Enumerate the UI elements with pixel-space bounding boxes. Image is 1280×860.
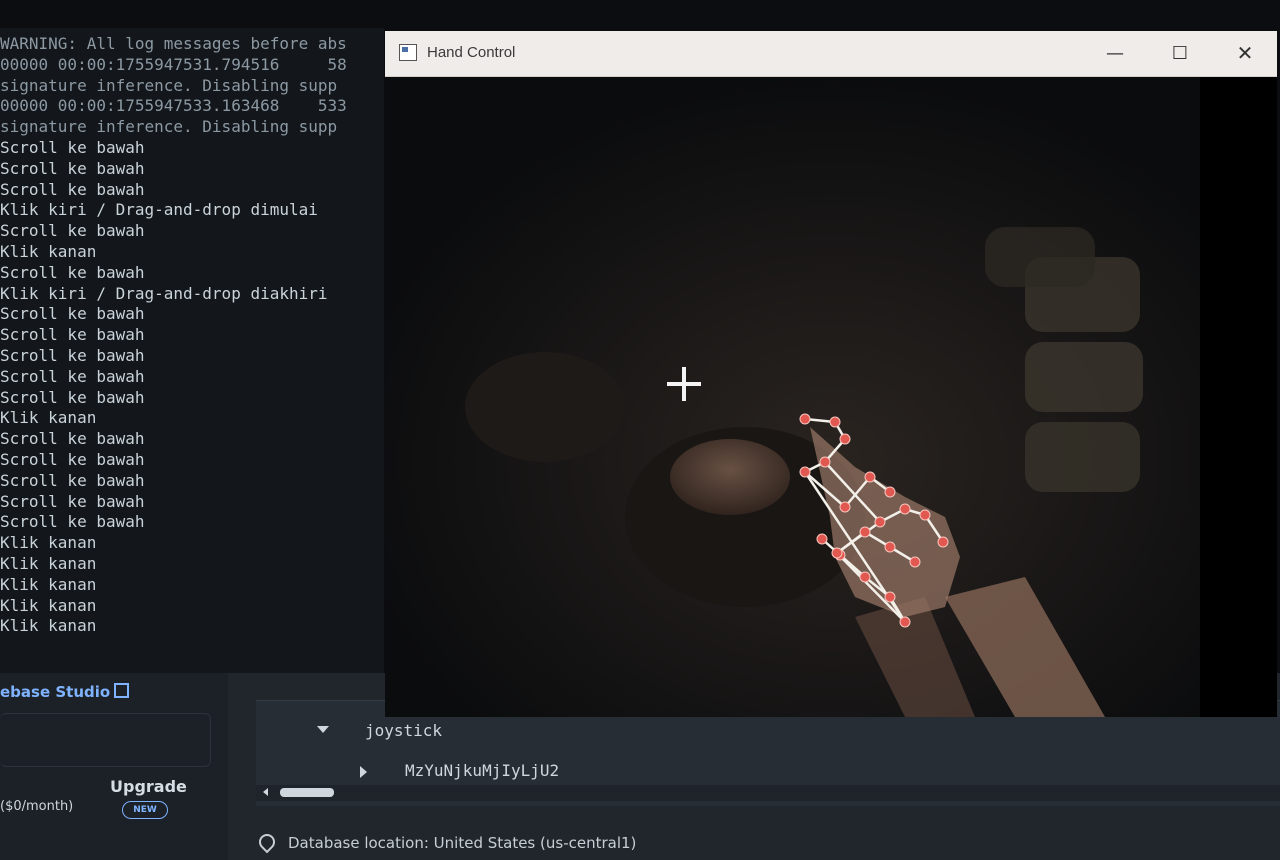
hand-landmark	[899, 616, 911, 628]
background-object	[1025, 342, 1143, 412]
terminal-line: Scroll ke bawah	[0, 491, 145, 511]
minimize-button[interactable]: —	[1085, 31, 1145, 76]
hand-control-window: Hand Control — ☐ ✕	[385, 31, 1277, 717]
hand-landmark	[874, 516, 886, 528]
terminal-line: Scroll ke bawah	[0, 325, 145, 345]
hand-landmark	[859, 571, 871, 583]
hand-landmark	[816, 533, 828, 545]
terminal-line: Scroll ke bawah	[0, 262, 145, 282]
maximize-button[interactable]: ☐	[1150, 31, 1210, 76]
camera-scene	[385, 77, 1200, 717]
hand-landmark	[937, 536, 949, 548]
scroll-left-icon[interactable]	[263, 788, 268, 796]
studio-link-label: ebase Studio	[0, 683, 111, 701]
background-object	[1025, 422, 1140, 492]
tree-node-child[interactable]: MzYuNjkuMjIyLjU2	[405, 761, 559, 780]
face-region	[670, 439, 790, 515]
close-button[interactable]: ✕	[1215, 31, 1275, 76]
cursor-crosshair-icon	[667, 367, 701, 401]
terminal-line: Scroll ke bawah	[0, 304, 145, 324]
hand-landmark	[799, 413, 811, 425]
terminal-line: Scroll ke bawah	[0, 179, 145, 199]
terminal-line: Scroll ke bawah	[0, 137, 145, 157]
window-title: Hand Control	[427, 44, 516, 61]
terminal-line: Klik kiri / Drag-and-drop dimulai	[0, 200, 318, 220]
terminal-line: Klik kanan	[0, 553, 97, 573]
hand-landmark	[819, 456, 831, 468]
hand-landmark	[884, 486, 896, 498]
terminal-line: Scroll ke bawah	[0, 429, 145, 449]
terminal-line: Scroll ke bawah	[0, 158, 145, 178]
terminal-line: Klik kanan	[0, 241, 97, 261]
terminal-line: WARNING: All log messages before abs	[0, 34, 347, 53]
camera-feed	[385, 77, 1200, 717]
terminal-line: Klik kanan	[0, 533, 97, 553]
hand-landmark	[884, 591, 896, 603]
database-location: Database location: United States (us-cen…	[288, 834, 637, 852]
tree-node-joystick[interactable]: joystick	[365, 721, 442, 740]
terminal-window: WARNING: All log messages before abs 0000…	[0, 28, 384, 673]
terminal-line: Scroll ke bawah	[0, 512, 145, 532]
hand-landmark	[859, 526, 871, 538]
terminal-line: Scroll ke bawah	[0, 387, 145, 407]
terminal-line: Scroll ke bawah	[0, 345, 145, 365]
hand-landmark	[864, 471, 876, 483]
terminal-line: Klik kiri / Drag-and-drop diakhiri	[0, 283, 328, 303]
terminal-line: Scroll ke bawah	[0, 366, 145, 386]
plan-price: ($0/month)	[0, 799, 74, 814]
hand-landmark	[829, 416, 841, 428]
expand-caret-icon[interactable]	[317, 726, 329, 733]
terminal-line: Scroll ke bawah	[0, 449, 145, 469]
person-silhouette	[465, 352, 625, 462]
hand-landmark	[839, 433, 851, 445]
hand-landmark	[839, 501, 851, 513]
hand-landmark	[799, 466, 811, 478]
firebase-studio-link[interactable]: ebase Studio	[0, 683, 130, 701]
terminal-line: signature inference. Disabling supp	[0, 117, 338, 137]
hand-landmark	[899, 503, 911, 515]
hand-landmark	[831, 547, 843, 559]
terminal-line: 00000 00:00:1755947531.794516 58	[0, 54, 347, 74]
terminal-line: Klik kanan	[0, 408, 97, 428]
scrollbar-thumb[interactable]	[280, 788, 334, 797]
terminal-line: Klik kanan	[0, 574, 97, 594]
title-bar[interactable]: Hand Control — ☐ ✕	[385, 31, 1277, 77]
collapse-caret-icon[interactable]	[360, 766, 367, 778]
hand-landmark	[909, 556, 921, 568]
upgrade-button[interactable]: Upgrade	[110, 777, 187, 796]
window-app-icon	[399, 44, 417, 61]
terminal-output: WARNING: All log messages before abs 0000…	[0, 28, 384, 637]
terminal-line: Klik kanan	[0, 595, 97, 615]
hand-landmark	[919, 509, 931, 521]
terminal-line: Scroll ke bawah	[0, 221, 145, 241]
console-sidebar: ebase Studio Upgrade ($0/month) NEW	[0, 673, 228, 860]
new-badge: NEW	[122, 801, 168, 819]
sidebar-panel	[0, 713, 211, 767]
hand-landmark	[884, 541, 896, 553]
background-object	[985, 227, 1095, 287]
terminal-line: Scroll ke bawah	[0, 470, 145, 490]
horizontal-scrollbar[interactable]	[256, 785, 1280, 801]
terminal-line: Klik kanan	[0, 616, 97, 636]
external-link-icon	[114, 683, 130, 698]
terminal-line: signature inference. Disabling supp	[0, 75, 338, 95]
terminal-line: 00000 00:00:1755947533.163468 533	[0, 96, 347, 116]
